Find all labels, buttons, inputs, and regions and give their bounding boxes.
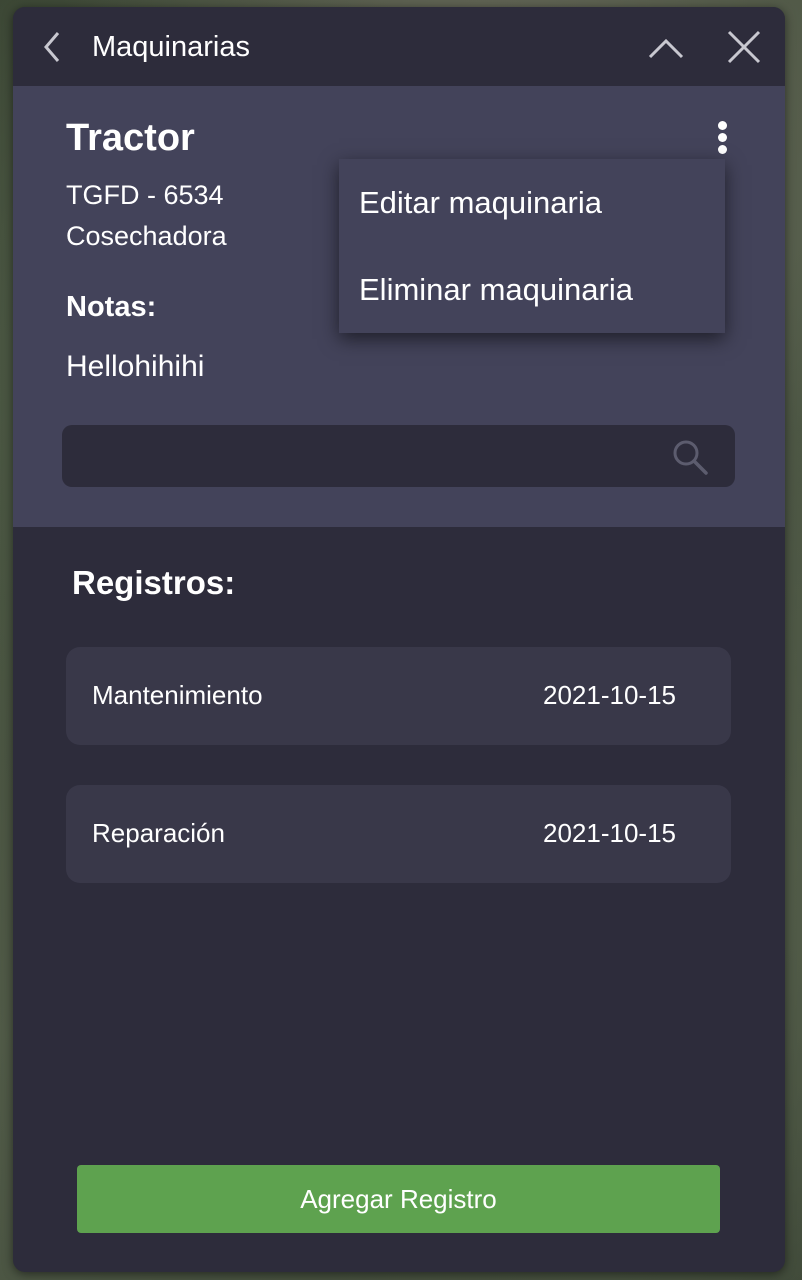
back-button[interactable] <box>38 29 68 65</box>
more-options-button[interactable] <box>710 119 734 159</box>
machine-type: Cosechadora <box>66 221 227 251</box>
record-item[interactable]: Mantenimiento 2021-10-15 <box>66 647 731 745</box>
options-menu: Editar maquinaria Eliminar maquinaria <box>339 159 725 333</box>
record-date: 2021-10-15 <box>543 818 676 848</box>
menu-item-edit-machinery[interactable]: Editar maquinaria <box>339 159 725 246</box>
notes-value: Hellohihihi <box>66 350 205 383</box>
search-icon[interactable] <box>670 437 710 477</box>
close-icon <box>727 30 761 64</box>
machine-plate: TGFD - 6534 <box>66 180 224 210</box>
chevron-left-icon <box>44 32 60 62</box>
search-bar <box>62 425 735 487</box>
chevron-up-icon <box>648 38 684 59</box>
close-button[interactable] <box>726 29 762 65</box>
panel-header: Maquinarias <box>13 7 785 86</box>
more-vertical-icon <box>710 121 734 154</box>
search-input[interactable] <box>62 425 662 487</box>
record-type: Reparación <box>92 818 225 848</box>
record-item[interactable]: Reparación 2021-10-15 <box>66 785 731 883</box>
collapse-button[interactable] <box>647 33 685 63</box>
add-record-button[interactable]: Agregar Registro <box>77 1165 720 1233</box>
records-title: Registros: <box>72 564 236 601</box>
page-title: Maquinarias <box>92 31 250 63</box>
machine-name: Tractor <box>66 117 195 159</box>
menu-item-delete-machinery[interactable]: Eliminar maquinaria <box>339 246 725 333</box>
notes-label: Notas: <box>66 291 157 323</box>
record-date: 2021-10-15 <box>543 680 676 710</box>
record-type: Mantenimiento <box>92 680 263 710</box>
